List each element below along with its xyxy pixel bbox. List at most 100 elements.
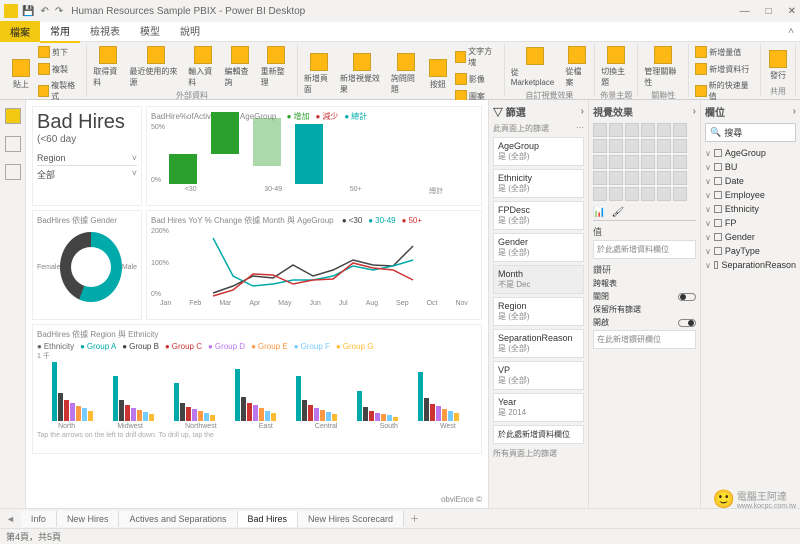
field-bu[interactable]: BU	[705, 160, 796, 174]
new-page-button[interactable]: 新增頁面	[302, 51, 336, 97]
viz-drill-well[interactable]: 在此新增鑽研欄位	[593, 330, 696, 349]
cut-button[interactable]: 剪下	[36, 44, 82, 60]
fields-tab-icon[interactable]: 📊	[593, 207, 605, 218]
viz-type-26[interactable]	[625, 187, 639, 201]
field-fp[interactable]: FP	[705, 216, 796, 230]
close-icon[interactable]: ✕	[788, 6, 796, 17]
add-page-icon[interactable]: ＋	[404, 512, 425, 525]
viz-type-5[interactable]	[673, 123, 687, 137]
ask-question-button[interactable]: 詢問問題	[389, 51, 423, 97]
add-filter-field[interactable]: 於此處新增資料欄位	[493, 425, 584, 444]
recent-sources-button[interactable]: 最近使用的來源	[127, 44, 184, 90]
viz-type-12[interactable]	[593, 155, 607, 169]
filter-month[interactable]: Month不是 Dec	[493, 265, 584, 294]
viz-type-10[interactable]	[657, 139, 671, 153]
fields-search[interactable]: 🔍 搜尋	[705, 123, 796, 142]
viz-type-14[interactable]	[625, 155, 639, 169]
chart-yoy[interactable]: Bad Hires YoY % Change 依據 Month 與 AgeGro…	[146, 210, 482, 320]
maximize-icon[interactable]: □	[766, 6, 772, 17]
textbox-button[interactable]: 文字方塊	[453, 44, 500, 70]
field-gender[interactable]: Gender	[705, 230, 796, 244]
field-paytype[interactable]: PayType	[705, 244, 796, 258]
region-slicer[interactable]: Region˅ 全部˅	[37, 151, 137, 183]
viz-type-13[interactable]	[609, 155, 623, 169]
viz-type-4[interactable]	[657, 123, 671, 137]
paste-button[interactable]: 貼上	[8, 57, 34, 92]
chart-agegroup[interactable]: BadHire%ofActives 依據 AgeGroup 增加 減少 總計 5…	[146, 106, 482, 206]
viz-type-7[interactable]	[609, 139, 623, 153]
filter-fpdesc[interactable]: FPDesc是 (全部)	[493, 201, 584, 230]
viz-type-23[interactable]	[673, 171, 687, 185]
filter-vp[interactable]: VP是 (全部)	[493, 361, 584, 390]
undo-icon[interactable]: ↶	[40, 6, 48, 17]
field-employee[interactable]: Employee	[705, 188, 796, 202]
refresh-button[interactable]: 重新整理	[259, 44, 293, 90]
viz-type-8[interactable]	[625, 139, 639, 153]
page-tab-3[interactable]: Bad Hires	[238, 511, 299, 527]
filter-region[interactable]: Region是 (全部)	[493, 297, 584, 326]
viz-type-20[interactable]	[625, 171, 639, 185]
title-card[interactable]: Bad Hires (<60 day Region˅ 全部˅	[32, 106, 142, 206]
viz-type-19[interactable]	[609, 171, 623, 185]
format-tab-icon[interactable]: 🖌	[611, 207, 624, 218]
viz-type-15[interactable]	[641, 155, 655, 169]
viz-type-25[interactable]	[609, 187, 623, 201]
from-file-button[interactable]: 從檔案	[563, 44, 590, 90]
page-tab-2[interactable]: Actives and Separations	[119, 511, 237, 527]
viz-type-24[interactable]	[593, 187, 607, 201]
minimize-icon[interactable]: —	[740, 6, 750, 17]
report-view-icon[interactable]	[5, 108, 21, 124]
viz-type-0[interactable]	[593, 123, 607, 137]
page-tab-1[interactable]: New Hires	[57, 511, 120, 527]
collapse-filters-icon[interactable]: ›	[581, 106, 584, 117]
viz-type-6[interactable]	[593, 139, 607, 153]
viz-type-3[interactable]	[641, 123, 655, 137]
tab-help[interactable]: 說明	[170, 20, 210, 43]
tab-view[interactable]: 檢視表	[80, 20, 130, 43]
viz-type-28[interactable]	[657, 187, 671, 201]
viz-value-well[interactable]: 於此處新增資料欄位	[593, 240, 696, 259]
field-ethnicity[interactable]: Ethnicity	[705, 202, 796, 216]
edit-queries-button[interactable]: 編輯查詢	[222, 44, 256, 90]
viz-type-2[interactable]	[625, 123, 639, 137]
viz-type-21[interactable]	[641, 171, 655, 185]
field-agegroup[interactable]: AgeGroup	[705, 146, 796, 160]
tab-model[interactable]: 模型	[130, 20, 170, 43]
viz-type-18[interactable]	[593, 171, 607, 185]
model-view-icon[interactable]	[5, 164, 21, 180]
new-visual-button[interactable]: 新增視覺效果	[338, 51, 387, 97]
viz-type-9[interactable]	[641, 139, 655, 153]
viz-type-16[interactable]	[657, 155, 671, 169]
field-date[interactable]: Date	[705, 174, 796, 188]
ribbon-collapse-icon[interactable]: ˄	[788, 26, 794, 37]
viz-type-1[interactable]	[609, 123, 623, 137]
buttons-button[interactable]: 按鈕	[425, 57, 451, 92]
file-tab[interactable]: 檔案	[0, 21, 40, 42]
viz-type-22[interactable]	[657, 171, 671, 185]
publish-button[interactable]: 發行	[765, 48, 791, 83]
chart-gender[interactable]: BadHires 依據 Gender Female Male	[32, 210, 142, 320]
prev-page-icon[interactable]: ◄	[0, 514, 21, 524]
viz-type-11[interactable]	[673, 139, 687, 153]
filter-gender[interactable]: Gender是 (全部)	[493, 233, 584, 262]
switch-theme-button[interactable]: 切換主題	[599, 44, 633, 90]
filter-ethnicity[interactable]: Ethnicity是 (全部)	[493, 169, 584, 198]
copy-button[interactable]: 複製	[36, 61, 82, 77]
report-canvas[interactable]: Bad Hires (<60 day Region˅ 全部˅ BadHire%o…	[26, 100, 488, 508]
new-column-button[interactable]: 新增資料行	[693, 61, 756, 77]
image-button[interactable]: 影像	[453, 71, 500, 87]
viz-type-27[interactable]	[641, 187, 655, 201]
redo-icon[interactable]: ↷	[55, 6, 63, 17]
page-tab-0[interactable]: Info	[21, 511, 57, 527]
marketplace-button[interactable]: 從Marketplace	[509, 45, 562, 89]
save-icon[interactable]: 💾	[22, 6, 34, 17]
page-tab-4[interactable]: New Hires Scorecard	[298, 511, 404, 527]
cross-report-toggle[interactable]	[678, 293, 696, 301]
tab-home[interactable]: 常用	[40, 20, 80, 43]
filter-separationreason[interactable]: SeparationReason是 (全部)	[493, 329, 584, 358]
enter-data-button[interactable]: 輸入資料	[186, 44, 220, 90]
chart-region-ethnicity[interactable]: BadHires 依據 Region 與 Ethnicity Ethnicity…	[32, 324, 482, 454]
data-view-icon[interactable]	[5, 136, 21, 152]
manage-relationships-button[interactable]: 管理關聯性	[642, 44, 684, 90]
filter-agegroup[interactable]: AgeGroup是 (全部)	[493, 137, 584, 166]
